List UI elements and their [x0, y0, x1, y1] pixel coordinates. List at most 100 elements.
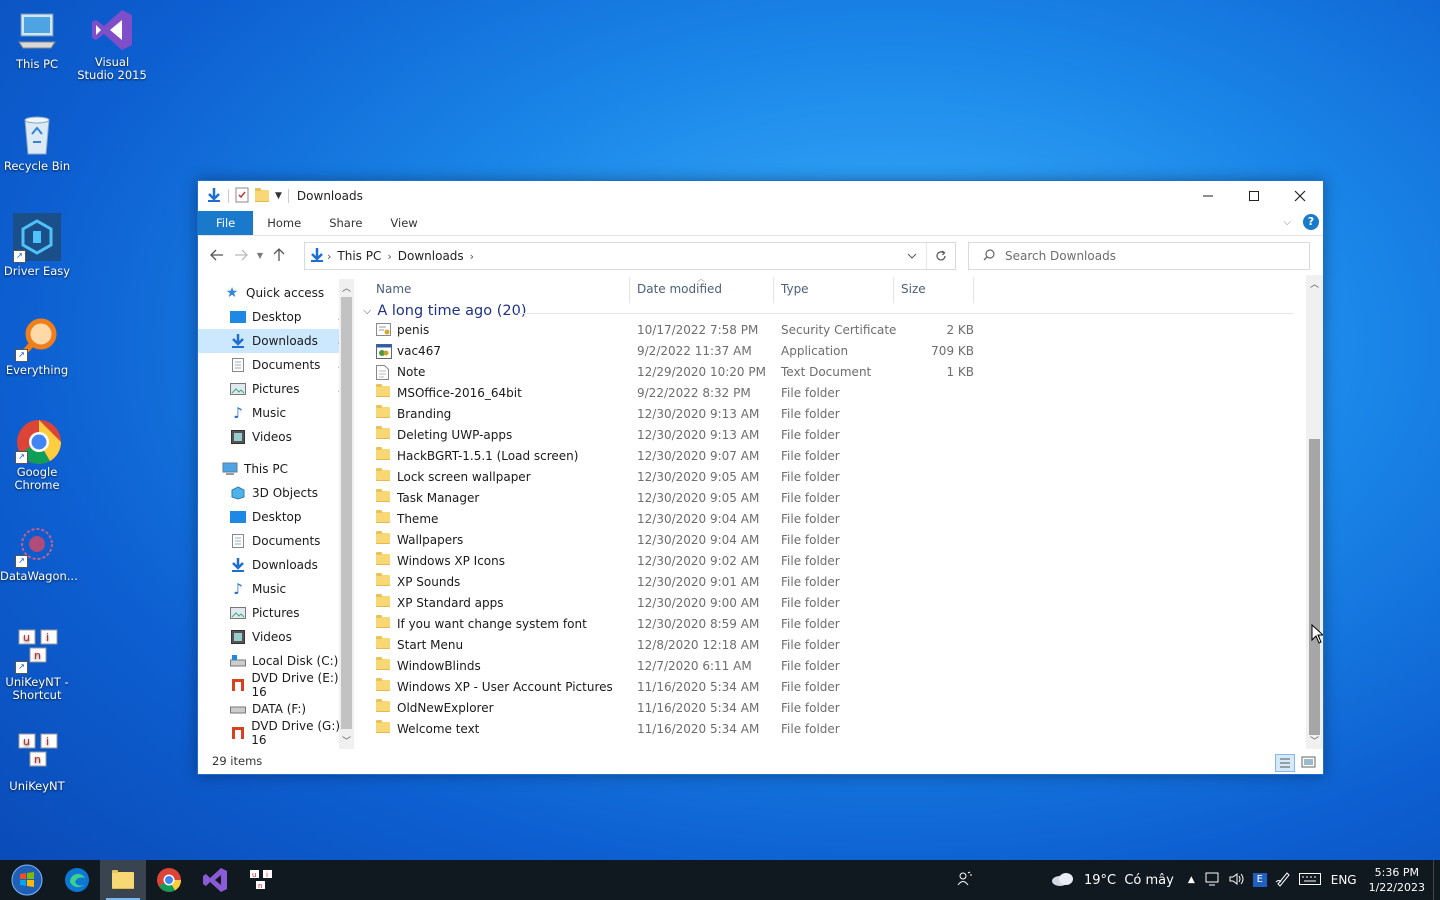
file-row[interactable]: XP Sounds 12/30/2020 9:01 AM File folder — [374, 572, 974, 593]
weather-text[interactable]: 19°C Có mây — [1084, 873, 1174, 888]
breadcrumb-this-pc[interactable]: This PC — [337, 249, 381, 263]
scroll-down-arrow-icon[interactable]: ﹀ — [342, 734, 351, 747]
file-row[interactable]: Task Manager 12/30/2020 9:05 AM File folde… — [374, 488, 974, 509]
file-row[interactable]: Windows XP Icons 12/30/2020 9:02 AM File f… — [374, 551, 974, 572]
tab-file[interactable]: File — [198, 211, 254, 235]
start-button[interactable] — [0, 860, 54, 900]
back-button[interactable] — [205, 243, 229, 267]
column-header-date-modified[interactable]: Date modified — [637, 281, 722, 305]
details-view-icon[interactable] — [1275, 754, 1295, 772]
scroll-up-arrow-icon[interactable]: ︿ — [342, 281, 351, 294]
nav-pc-desktop[interactable]: Desktop — [198, 505, 354, 529]
title-bar[interactable]: ▼ Downloads — [198, 181, 1323, 211]
refresh-button[interactable] — [926, 243, 955, 269]
scrollbar-thumb[interactable] — [1309, 439, 1320, 735]
minimize-button[interactable] — [1185, 181, 1231, 211]
breadcrumb-chevron-icon[interactable]: › — [387, 250, 391, 263]
address-history-dropdown[interactable] — [898, 243, 926, 269]
file-row[interactable]: Deleting UWP-apps 12/30/2020 9:13 AM File … — [374, 425, 974, 446]
file-row[interactable]: HackBGRT-1.5.1 (Load screen) 12/30/2020 9… — [374, 446, 974, 467]
file-row[interactable]: Note 12/29/2020 10:20 PM Text Document 1 KB — [374, 362, 974, 383]
taskbar-visual-studio[interactable] — [192, 860, 238, 900]
forward-button[interactable] — [229, 243, 253, 267]
desktop-icon-everything[interactable]: ↗ Everything — [0, 316, 74, 377]
nav-qa-downloads[interactable]: Downloads — [198, 329, 354, 353]
nav-pc-data-f[interactable]: DATA (F:) — [198, 697, 354, 721]
customize-toolbar-icon[interactable]: ▼ — [275, 191, 282, 201]
nav-qa-pictures[interactable]: Pictures — [198, 377, 354, 401]
taskbar-chrome[interactable] — [146, 860, 192, 900]
taskbar-edge[interactable] — [54, 860, 100, 900]
nav-pc-local-disk-c[interactable]: Local Disk (C:) — [198, 649, 354, 673]
nav-pc-music[interactable]: ♪ Music — [198, 577, 354, 601]
new-folder-icon[interactable] — [255, 188, 269, 202]
file-row[interactable]: If you want change system font 12/30/2020… — [374, 614, 974, 635]
breadcrumb-downloads[interactable]: Downloads — [398, 249, 464, 263]
nav-pc-dvd-drive-e[interactable]: DVD Drive (E:) 16 — [198, 671, 354, 699]
file-row[interactable]: Theme 12/30/2020 9:04 AM File folder — [374, 509, 974, 530]
column-header-type[interactable]: Type — [781, 281, 809, 305]
nav-pc-3d-objects[interactable]: 3D Objects — [198, 481, 354, 505]
nav-qa-videos[interactable]: Videos — [198, 425, 354, 449]
desktop-icon-recycle-bin[interactable]: Recycle Bin — [0, 112, 74, 173]
taskbar-file-explorer[interactable] — [100, 860, 146, 900]
search-input[interactable]: Search Downloads — [1005, 249, 1116, 263]
file-row[interactable]: OldNewExplorer 11/16/2020 5:34 AM File fol… — [374, 698, 974, 719]
network-icon[interactable] — [1205, 872, 1221, 889]
notification-icon[interactable] — [1433, 860, 1440, 900]
desktop-icon-datawagon[interactable]: ↗ DataWagon... — [0, 522, 78, 583]
unikey-tray-icon[interactable]: E — [1252, 873, 1267, 887]
desktop-icon-unikey-shortcut[interactable]: u in ↗ UniKeyNT - Shortcut — [0, 628, 74, 702]
nav-qa-documents[interactable]: Documents — [198, 353, 354, 377]
nav-pc-dvd-drive-g[interactable]: DVD Drive (G:) 16 — [198, 719, 354, 747]
file-row[interactable]: MSOffice-2016_64bit 9/22/2022 8:32 PM File… — [374, 383, 974, 404]
column-header-name[interactable]: Name — [376, 281, 411, 305]
desktop-icon-google-chrome[interactable]: ↗ Google Chrome — [0, 418, 74, 492]
desktop-icon-driver-easy[interactable]: ↗ Driver Easy — [0, 213, 74, 278]
clock[interactable]: 5:36 PM 1/22/2023 — [1369, 865, 1425, 895]
address-bar[interactable]: › This PC › Downloads › — [304, 242, 956, 270]
nav-pc-pictures[interactable]: Pictures — [198, 601, 354, 625]
scrollbar-thumb[interactable] — [341, 297, 352, 729]
volume-icon[interactable] — [1229, 872, 1245, 889]
pen-icon[interactable] — [1275, 871, 1291, 890]
chevron-down-icon[interactable]: ⌵ — [363, 304, 371, 318]
properties-icon[interactable] — [235, 187, 249, 206]
scroll-up-arrow-icon[interactable]: ︿ — [1310, 277, 1319, 290]
tab-share[interactable]: Share — [315, 211, 376, 235]
navigation-scrollbar[interactable]: ︿ ﹀ — [339, 279, 354, 749]
nav-this-pc[interactable]: This PC — [198, 457, 354, 481]
up-button[interactable] — [267, 243, 291, 267]
nav-pc-documents[interactable]: Documents — [198, 529, 354, 553]
breadcrumb-chevron-icon[interactable]: › — [327, 250, 331, 263]
file-row[interactable]: Branding 12/30/2020 9:13 AM File folder — [374, 404, 974, 425]
file-row[interactable]: Lock screen wallpaper 12/30/2020 9:05 AM F… — [374, 467, 974, 488]
recent-locations-button[interactable]: ▼ — [253, 243, 267, 267]
file-row[interactable]: WindowBlinds 12/7/2020 6:11 AM File folder — [374, 656, 974, 677]
column-header-size[interactable]: Size — [901, 281, 926, 305]
nav-qa-music[interactable]: ♪ Music — [198, 401, 354, 425]
close-button[interactable] — [1277, 181, 1323, 211]
file-row[interactable]: vac467 9/2/2022 11:37 AM Application 709 KB — [374, 341, 974, 362]
search-box[interactable]: Search Downloads — [968, 242, 1310, 270]
tab-home[interactable]: Home — [253, 211, 315, 235]
help-icon[interactable]: ? — [1303, 214, 1319, 230]
nav-quick-access[interactable]: ★ Quick access — [198, 281, 354, 305]
file-row[interactable]: XP Standard apps 12/30/2020 9:00 AM File f… — [374, 593, 974, 614]
file-row[interactable]: Windows XP - User Account Pictures 11/16/… — [374, 677, 974, 698]
keyboard-icon[interactable] — [1298, 872, 1321, 889]
nav-pc-downloads[interactable]: Downloads — [198, 553, 354, 577]
file-row[interactable]: Welcome text 11/16/2020 5:34 AM File folde… — [374, 719, 974, 740]
file-list-scrollbar[interactable]: ︿ ﹀ — [1306, 275, 1323, 749]
nav-pc-videos[interactable]: Videos — [198, 625, 354, 649]
expand-ribbon-icon[interactable]: ⌵ — [1283, 217, 1291, 228]
maximize-button[interactable] — [1231, 181, 1277, 211]
taskbar-unikey[interactable]: u in — [238, 860, 284, 900]
tab-view[interactable]: View — [376, 211, 431, 235]
weather-cloud-icon[interactable] — [1050, 871, 1076, 890]
people-icon[interactable] — [956, 871, 972, 890]
show-hidden-icons-icon[interactable]: ▲ — [1188, 875, 1195, 885]
desktop-icon-visual-studio[interactable]: Visual Studio 2015 — [75, 8, 149, 82]
file-row[interactable]: Wallpapers 12/30/2020 9:04 AM File folder — [374, 530, 974, 551]
file-row[interactable]: Start Menu 12/8/2020 12:18 AM File folder — [374, 635, 974, 656]
